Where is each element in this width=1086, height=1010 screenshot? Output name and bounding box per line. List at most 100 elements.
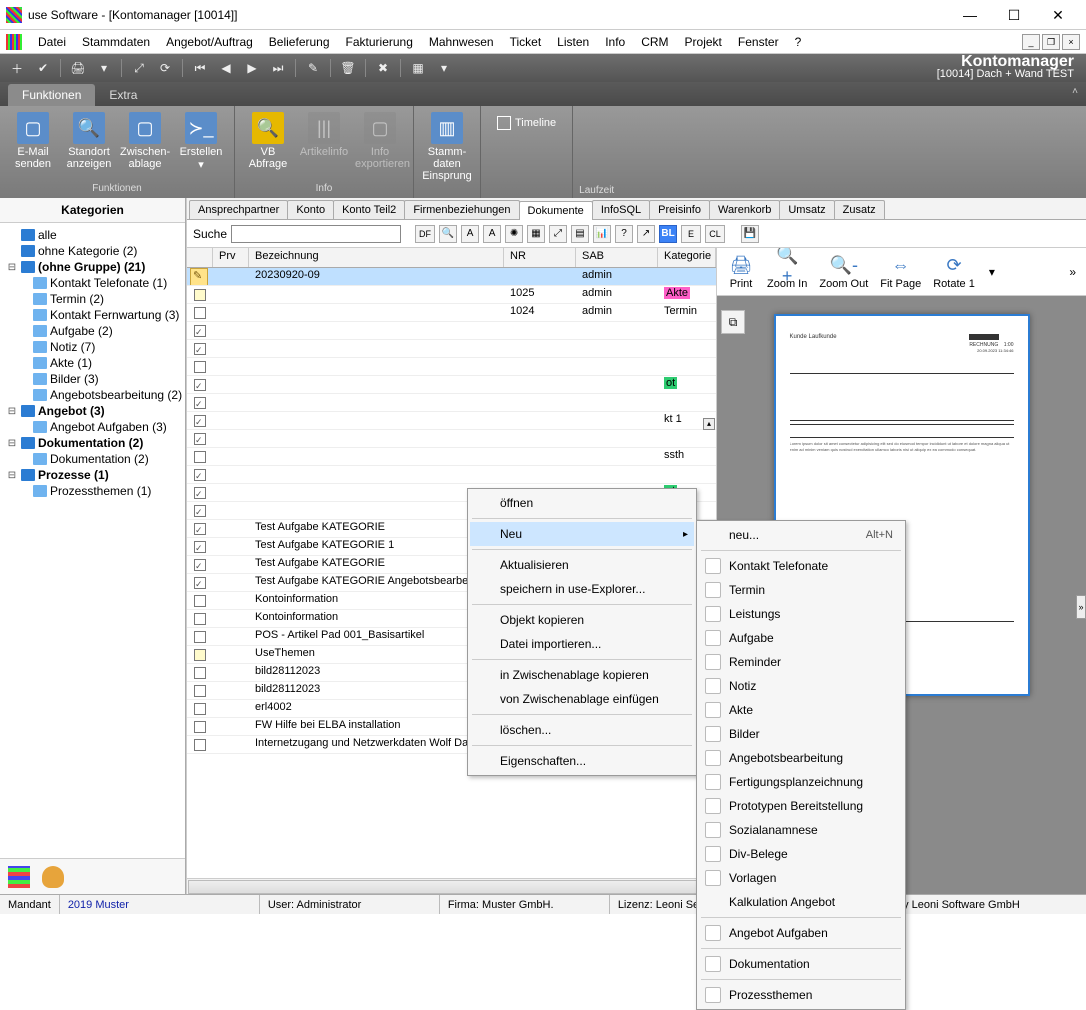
mdi-restore[interactable]: ❐ xyxy=(1042,34,1060,50)
menu-item[interactable]: öffnen xyxy=(470,491,694,515)
tree-node[interactable]: ⊟Angebot (3) xyxy=(2,403,183,419)
tree-node[interactable]: ⊟Prozesse (1) xyxy=(2,467,183,483)
menu-item[interactable]: speichern in use-Explorer... xyxy=(470,577,694,601)
timeline-checkbox[interactable]: Timeline xyxy=(497,116,556,130)
erstellen-button[interactable]: ≻_Erstellen ▾ xyxy=(174,110,228,173)
row-context-menu[interactable]: öffnen Neu▸ Aktualisierenspeichern in use-… xyxy=(467,488,697,776)
menu-fenster[interactable]: Fenster xyxy=(730,31,787,53)
menu-item[interactable]: Neu▸ xyxy=(470,522,694,546)
tab-infosql[interactable]: InfoSQL xyxy=(592,200,650,219)
menu-item[interactable]: Prototypen Bereitstellung xyxy=(699,794,903,818)
filter-icon-8[interactable]: 📊 xyxy=(593,225,611,243)
ribbon-tab-funktionen[interactable]: Funktionen xyxy=(8,84,95,106)
tab-zusatz[interactable]: Zusatz xyxy=(834,200,885,219)
col-sab[interactable]: SAB xyxy=(576,248,658,267)
tree-node[interactable]: Angebot Aufgaben (3) xyxy=(2,419,183,435)
email-button[interactable]: ▢E-Mail senden xyxy=(6,110,60,173)
table-row[interactable] xyxy=(187,430,716,448)
tab-konto teil2[interactable]: Konto Teil2 xyxy=(333,200,405,219)
close-button[interactable]: ✕ xyxy=(1036,1,1080,29)
nav-next-icon[interactable]: ▶ xyxy=(241,58,263,78)
menu-item[interactable]: Bilder xyxy=(699,722,903,746)
filter-icon-2[interactable]: A xyxy=(461,225,479,243)
view-grid-icon[interactable] xyxy=(8,866,30,888)
menu-angebot/auftrag[interactable]: Angebot/Auftrag xyxy=(158,31,261,53)
maximize-button[interactable]: ☐ xyxy=(992,1,1036,29)
mdi-close[interactable]: × xyxy=(1062,34,1080,50)
tree-node[interactable]: Notiz (7) xyxy=(2,339,183,355)
menu-item[interactable]: Sozialanamnese xyxy=(699,818,903,842)
dropdown-icon[interactable]: ▾ xyxy=(93,58,115,78)
menu-info[interactable]: Info xyxy=(597,31,633,53)
tab-preisinfo[interactable]: Preisinfo xyxy=(649,200,710,219)
filter-icon-9[interactable]: ? xyxy=(615,225,633,243)
tree-node[interactable]: ohne Kategorie (2) xyxy=(2,243,183,259)
tab-warenkorb[interactable]: Warenkorb xyxy=(709,200,780,219)
menu-item[interactable]: von Zwischenablage einfügen xyxy=(470,687,694,711)
status-mandant-value[interactable]: 2019 Muster xyxy=(60,895,260,914)
table-row[interactable]: ssth xyxy=(187,448,716,466)
tab-firmenbeziehungen[interactable]: Firmenbeziehungen xyxy=(404,200,519,219)
preview-toolbar-expand[interactable]: » xyxy=(1069,265,1076,279)
table-row[interactable]: 20230920-09admin xyxy=(187,268,716,286)
filter-icon-7[interactable]: ▤ xyxy=(571,225,589,243)
menu-belieferung[interactable]: Belieferung xyxy=(261,31,338,53)
tree-node[interactable]: ⊟(ohne Gruppe) (21) xyxy=(2,259,183,275)
menu-item[interactable]: Leistungs xyxy=(699,602,903,626)
table-row[interactable]: 1025adminAkte xyxy=(187,286,716,304)
tab-ansprechpartner[interactable]: Ansprechpartner xyxy=(189,200,288,219)
filter-icon-6[interactable]: ⤢ xyxy=(549,225,567,243)
menu-mahnwesen[interactable]: Mahnwesen xyxy=(421,31,502,53)
tree-node[interactable]: Angebotsbearbeitung (2) xyxy=(2,387,183,403)
menu-item[interactable]: Datei importieren... xyxy=(470,632,694,656)
zoom-out-icon[interactable]: ⤢ xyxy=(128,58,150,78)
ribbon-collapse-icon[interactable]: ˄ xyxy=(1072,86,1078,97)
view-db-icon[interactable] xyxy=(42,866,64,888)
menu-datei[interactable]: Datei xyxy=(30,31,74,53)
new-icon[interactable]: ＋ xyxy=(6,58,28,78)
mdi-minimize[interactable]: _ xyxy=(1022,34,1040,50)
menu-item[interactable]: Kalkulation Angebot xyxy=(699,890,903,914)
preview-print[interactable]: 🖨Print xyxy=(727,254,755,290)
menu-item[interactable]: Aktualisieren xyxy=(470,553,694,577)
tab-dokumente[interactable]: Dokumente xyxy=(519,201,593,220)
table-row[interactable]: kt 1 xyxy=(187,412,716,430)
vb-abfrage-button[interactable]: 🔍VB Abfrage xyxy=(241,110,295,172)
tree-node[interactable]: Termin (2) xyxy=(2,291,183,307)
col-kategorie[interactable]: Kategorie xyxy=(658,248,716,267)
nav-first-icon[interactable]: ⏮ xyxy=(189,58,211,78)
menu-listen[interactable]: Listen xyxy=(549,31,597,53)
filter-icon-3[interactable]: A xyxy=(483,225,501,243)
e-button[interactable]: E xyxy=(681,225,701,243)
nav-prev-icon[interactable]: ◀ xyxy=(215,58,237,78)
tree-node[interactable]: Dokumentation (2) xyxy=(2,451,183,467)
filter-icon-1[interactable]: 🔍 xyxy=(439,225,457,243)
grid-icon[interactable]: ▦ xyxy=(407,58,429,78)
menu-item[interactable]: Angebotsbearbeitung xyxy=(699,746,903,770)
menu-item[interactable]: Angebot Aufgaben xyxy=(699,921,903,945)
preview-thumbs-icon[interactable]: ⧉ xyxy=(721,310,745,334)
tree-node[interactable]: Kontakt Fernwartung (3) xyxy=(2,307,183,323)
df-button[interactable]: DF xyxy=(415,225,435,243)
refresh-icon[interactable]: ⟳ xyxy=(154,58,176,78)
menu-item[interactable]: Vorlagen xyxy=(699,866,903,890)
bl-button[interactable]: BL xyxy=(659,225,677,243)
save-icon[interactable]: 💾 xyxy=(741,225,759,243)
grid-scrollbar[interactable] xyxy=(187,878,716,894)
menu-item[interactable]: Prozessthemen xyxy=(699,983,903,1007)
print-icon[interactable]: 🖨 xyxy=(67,58,89,78)
menu-crm[interactable]: CRM xyxy=(633,31,676,53)
menu-item[interactable]: in Zwischenablage kopieren xyxy=(470,663,694,687)
menu-item[interactable]: Fertigungsplanzeichnung xyxy=(699,770,903,794)
preview-zoom-out[interactable]: 🔍-Zoom Out xyxy=(819,254,868,290)
menu-item[interactable]: Aufgabe xyxy=(699,626,903,650)
tree-node[interactable]: alle xyxy=(2,227,183,243)
menu-item[interactable]: Div-Belege xyxy=(699,842,903,866)
menu-item[interactable]: Eigenschaften... xyxy=(470,749,694,773)
category-tree[interactable]: alleohne Kategorie (2)⊟(ohne Gruppe) (21… xyxy=(0,223,185,858)
neu-submenu[interactable]: neu...Alt+NKontakt TelefonateTerminLeist… xyxy=(696,520,906,1010)
menu-item[interactable]: neu...Alt+N xyxy=(699,523,903,547)
menu-fakturierung[interactable]: Fakturierung xyxy=(338,31,421,53)
tree-node[interactable]: Kontakt Telefonate (1) xyxy=(2,275,183,291)
preview-zoom-in[interactable]: 🔍+Zoom In xyxy=(767,254,807,290)
